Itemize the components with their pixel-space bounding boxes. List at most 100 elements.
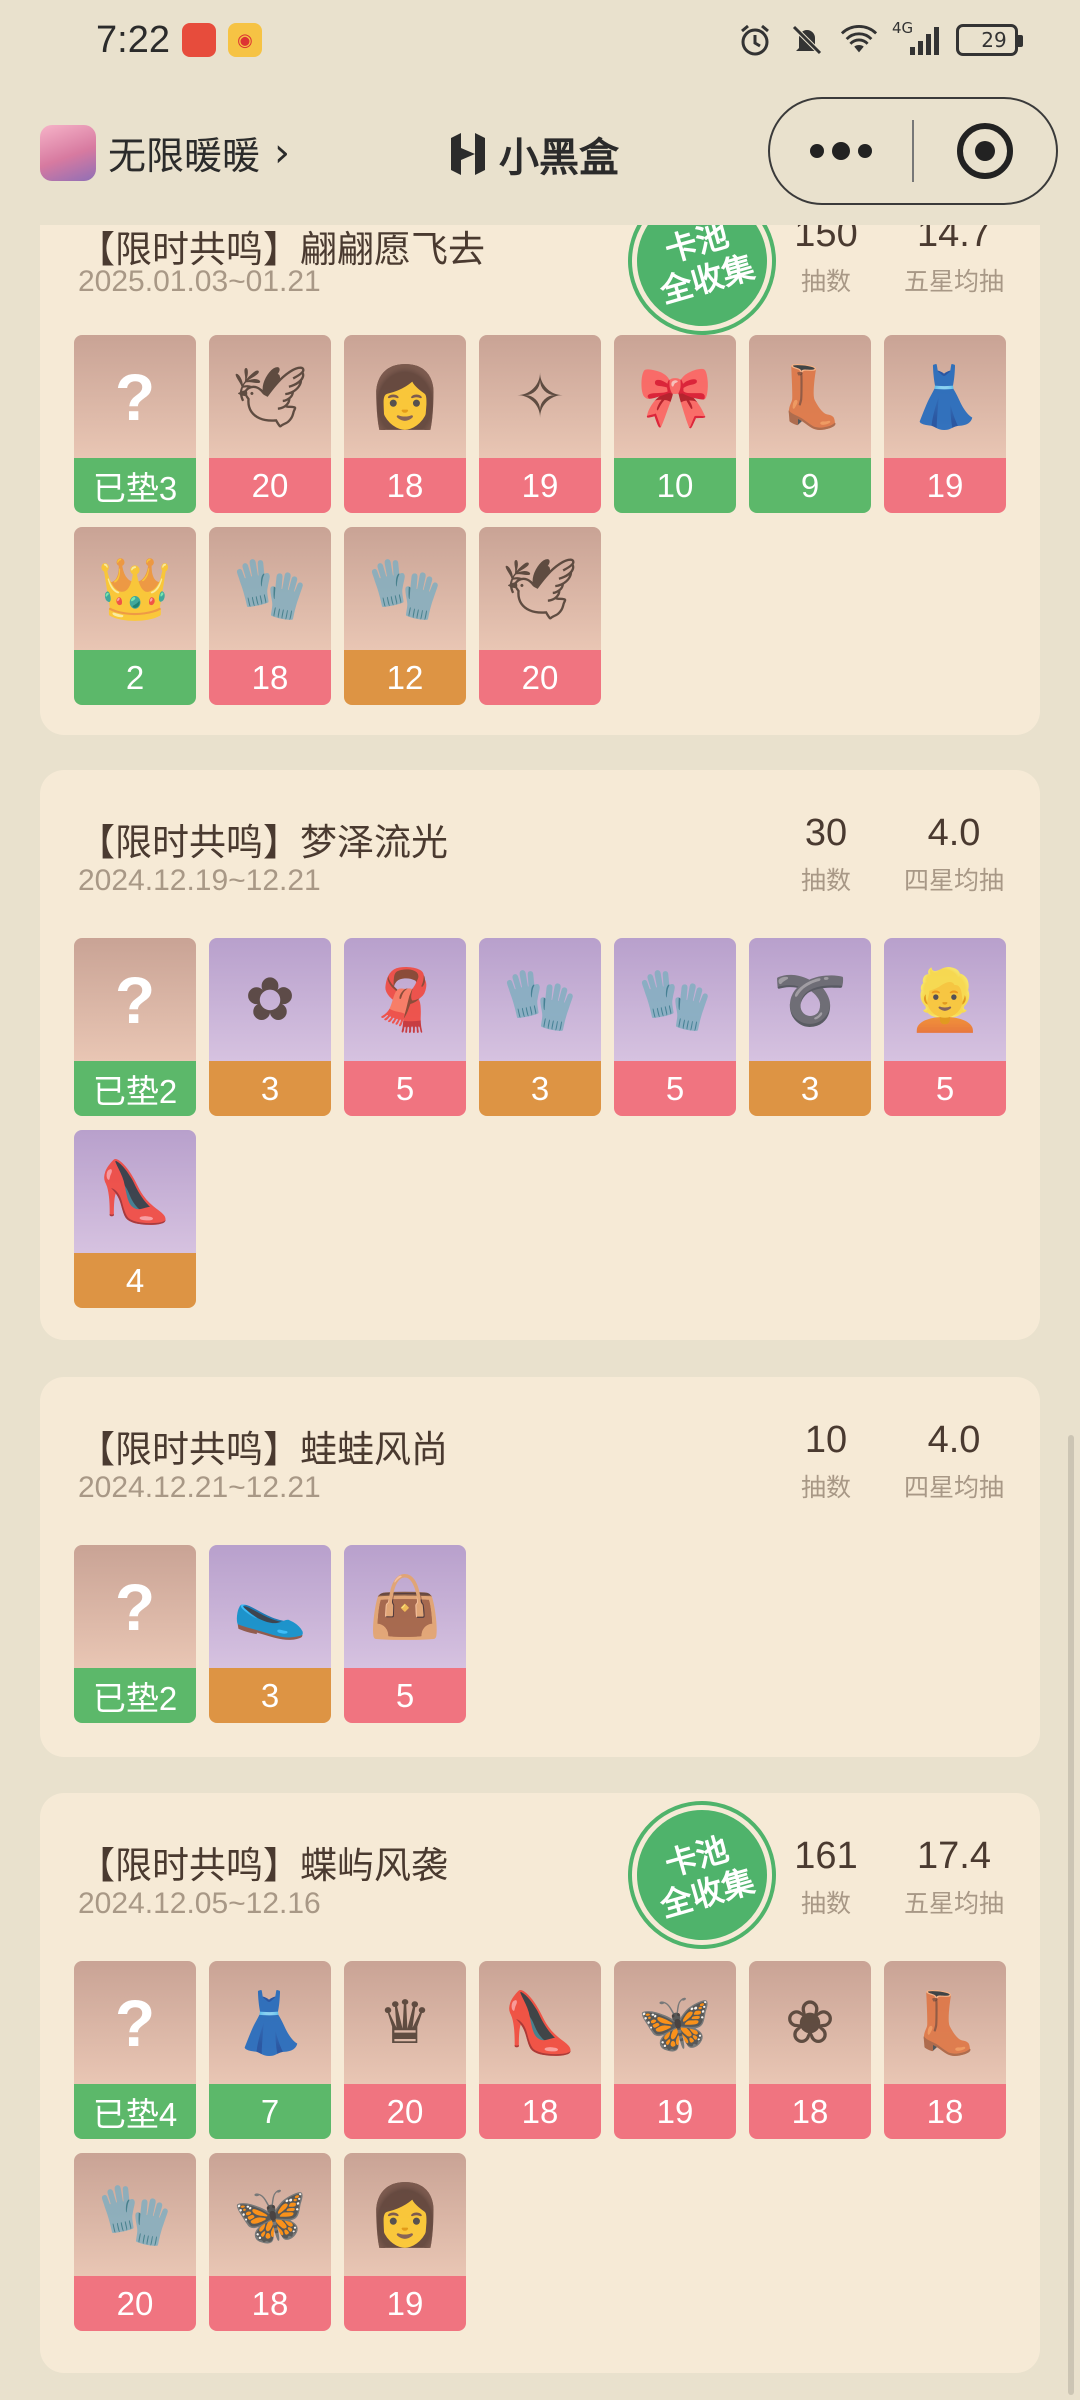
scrollbar[interactable] <box>1068 1435 1074 2395</box>
outfit-item[interactable]: 👩 19 <box>344 2153 466 2331</box>
hair-icon: 👩 <box>367 362 443 432</box>
item-pull-label: 18 <box>209 2276 331 2331</box>
outfit-item[interactable]: 👗 7 <box>209 1961 331 2139</box>
item-thumbnail: 🕊 <box>479 527 601 650</box>
pull-count-label: 抽数 <box>800 866 851 895</box>
item-pull-label: 3 <box>209 1668 331 1723</box>
gloves-icon: 🧤 <box>232 554 308 624</box>
outfit-item[interactable]: ❀ 18 <box>749 1961 871 2139</box>
outfit-item[interactable]: 👗 19 <box>884 335 1006 513</box>
outfit-item[interactable]: ✧ 19 <box>479 335 601 513</box>
average-value: 4.0 <box>927 812 981 854</box>
item-pull-label: 已垫2 <box>74 1061 196 1116</box>
item-pull-label: 5 <box>344 1668 466 1723</box>
tiara-icon: ♛ <box>378 1987 432 2058</box>
more-button[interactable] <box>770 142 912 160</box>
item-pull-label: 18 <box>884 2084 1006 2139</box>
outfit-item[interactable]: 👱 5 <box>884 938 1006 1116</box>
outfit-item[interactable]: 👢 9 <box>749 335 871 513</box>
item-pull-label: 5 <box>614 1061 736 1116</box>
item-thumbnail: 👢 <box>884 1961 1006 2084</box>
item-thumbnail: 🧤 <box>479 938 601 1061</box>
battery-level: 29 <box>981 28 1007 52</box>
close-miniprogram-button[interactable] <box>914 123 1056 179</box>
item-pull-label: 18 <box>479 2084 601 2139</box>
pull-count-label: 抽数 <box>800 1889 851 1918</box>
shoes-icon: 👢 <box>772 362 848 432</box>
pity-counter-item[interactable]: ? 已垫3 <box>74 335 196 513</box>
item-pull-label: 10 <box>614 458 736 513</box>
crane2-icon: 🕊 <box>501 554 579 624</box>
outfit-item[interactable]: ♛ 20 <box>344 1961 466 2139</box>
outfit-item[interactable]: 🥿 3 <box>209 1545 331 1723</box>
outfit-item[interactable]: 🧤 20 <box>74 2153 196 2331</box>
pity-counter-item[interactable]: ? 已垫2 <box>74 938 196 1116</box>
item-thumbnail: 👗 <box>884 335 1006 458</box>
outfit-item[interactable]: 👩 18 <box>344 335 466 513</box>
pool-title: 【限时共鸣】蝶屿风袭 <box>78 1844 448 1887</box>
outfit-item[interactable]: 🦋 19 <box>614 1961 736 2139</box>
average-value: 4.0 <box>927 1419 981 1461</box>
outfit-item[interactable]: 🧤 18 <box>209 527 331 705</box>
item-thumbnail: 👩 <box>344 335 466 458</box>
item-pull-label: 18 <box>749 2084 871 2139</box>
average-pulls: 14.7 五星均抽 <box>884 225 1024 298</box>
outfit-item[interactable]: ✿ 3 <box>209 938 331 1116</box>
pull-count-value: 161 <box>794 1835 858 1877</box>
pity-counter-item[interactable]: ? 已垫2 <box>74 1545 196 1723</box>
outfit-item[interactable]: 🧣 5 <box>344 938 466 1116</box>
outfit-item[interactable]: 👢 18 <box>884 1961 1006 2139</box>
pull-count-value: 30 <box>804 812 848 854</box>
weibo-icon: ◉ <box>227 23 262 57</box>
average-label: 五星均抽 <box>903 267 1004 296</box>
item-thumbnail: ? <box>74 335 196 458</box>
heels-icon: 👠 <box>502 1988 578 2058</box>
item-pull-label: 19 <box>614 2084 736 2139</box>
item-thumbnail: 🧤 <box>209 527 331 650</box>
outfit-item[interactable]: ➰ 3 <box>749 938 871 1116</box>
pity-counter-item[interactable]: ? 已垫4 <box>74 1961 196 2139</box>
item-thumbnail: 👠 <box>74 1130 196 1253</box>
outfit-item[interactable]: 🎀 10 <box>614 335 736 513</box>
brand: 小黑盒 <box>445 125 619 183</box>
question-mark-icon: ? <box>114 359 156 434</box>
item-pull-label: 18 <box>209 650 331 705</box>
outfit-item[interactable]: 👠 4 <box>74 1130 196 1308</box>
more-dot-icon <box>832 142 850 160</box>
item-pull-label: 12 <box>344 650 466 705</box>
average-value: 14.7 <box>917 225 991 255</box>
redboots-icon: 👠 <box>97 1157 173 1227</box>
butterflyshoes-icon: 🦋 <box>232 2180 308 2250</box>
item-thumbnail: 🧣 <box>344 938 466 1061</box>
longgloves-icon: 🧤 <box>97 2180 173 2250</box>
mini-program-switcher[interactable]: 无限暖暖 › <box>40 124 291 181</box>
status-time: 7:22 <box>96 18 170 61</box>
capsule-menu <box>768 97 1058 205</box>
pool-title: 【限时共鸣】梦泽流光 <box>78 821 448 864</box>
pool-card: 【限时共鸣】蝶屿风袭 2024.12.05~12.16 卡池 全收集 161 抽… <box>40 1788 1040 2373</box>
item-pull-label: 19 <box>344 2276 466 2331</box>
outfit-item[interactable]: 🕊 20 <box>479 527 601 705</box>
bag-icon: 👜 <box>367 1572 443 1642</box>
item-thumbnail: ✧ <box>479 335 601 458</box>
item-pull-label: 3 <box>749 1061 871 1116</box>
chevron-right-icon: › <box>274 129 291 176</box>
outfit-item[interactable]: 🦋 18 <box>209 2153 331 2331</box>
outfit-item[interactable]: 🧤 12 <box>344 527 466 705</box>
outfit-item[interactable]: 👑 2 <box>74 527 196 705</box>
item-thumbnail: ➰ <box>749 938 871 1061</box>
outfit-item[interactable]: 👜 5 <box>344 1545 466 1723</box>
item-thumbnail: 👜 <box>344 1545 466 1668</box>
outfit-item[interactable]: 🧤 3 <box>479 938 601 1116</box>
outfit-item[interactable]: 🕊 20 <box>209 335 331 513</box>
item-thumbnail: ? <box>74 1545 196 1668</box>
item-thumbnail: 👩 <box>344 2153 466 2276</box>
pool-list[interactable]: 【限时共鸣】翩翩愿飞去 2025.01.03~01.21 卡池 全收集 150 … <box>0 225 1080 2400</box>
item-thumbnail: 🦋 <box>614 1961 736 2084</box>
outfit-item[interactable]: 🧤 5 <box>614 938 736 1116</box>
gloves2-icon: 🧤 <box>367 554 443 624</box>
pull-count-value: 10 <box>804 1419 848 1461</box>
outfit-item[interactable]: 👠 18 <box>479 1961 601 2139</box>
item-pull-label: 20 <box>479 650 601 705</box>
item-pull-label: 7 <box>209 2084 331 2139</box>
